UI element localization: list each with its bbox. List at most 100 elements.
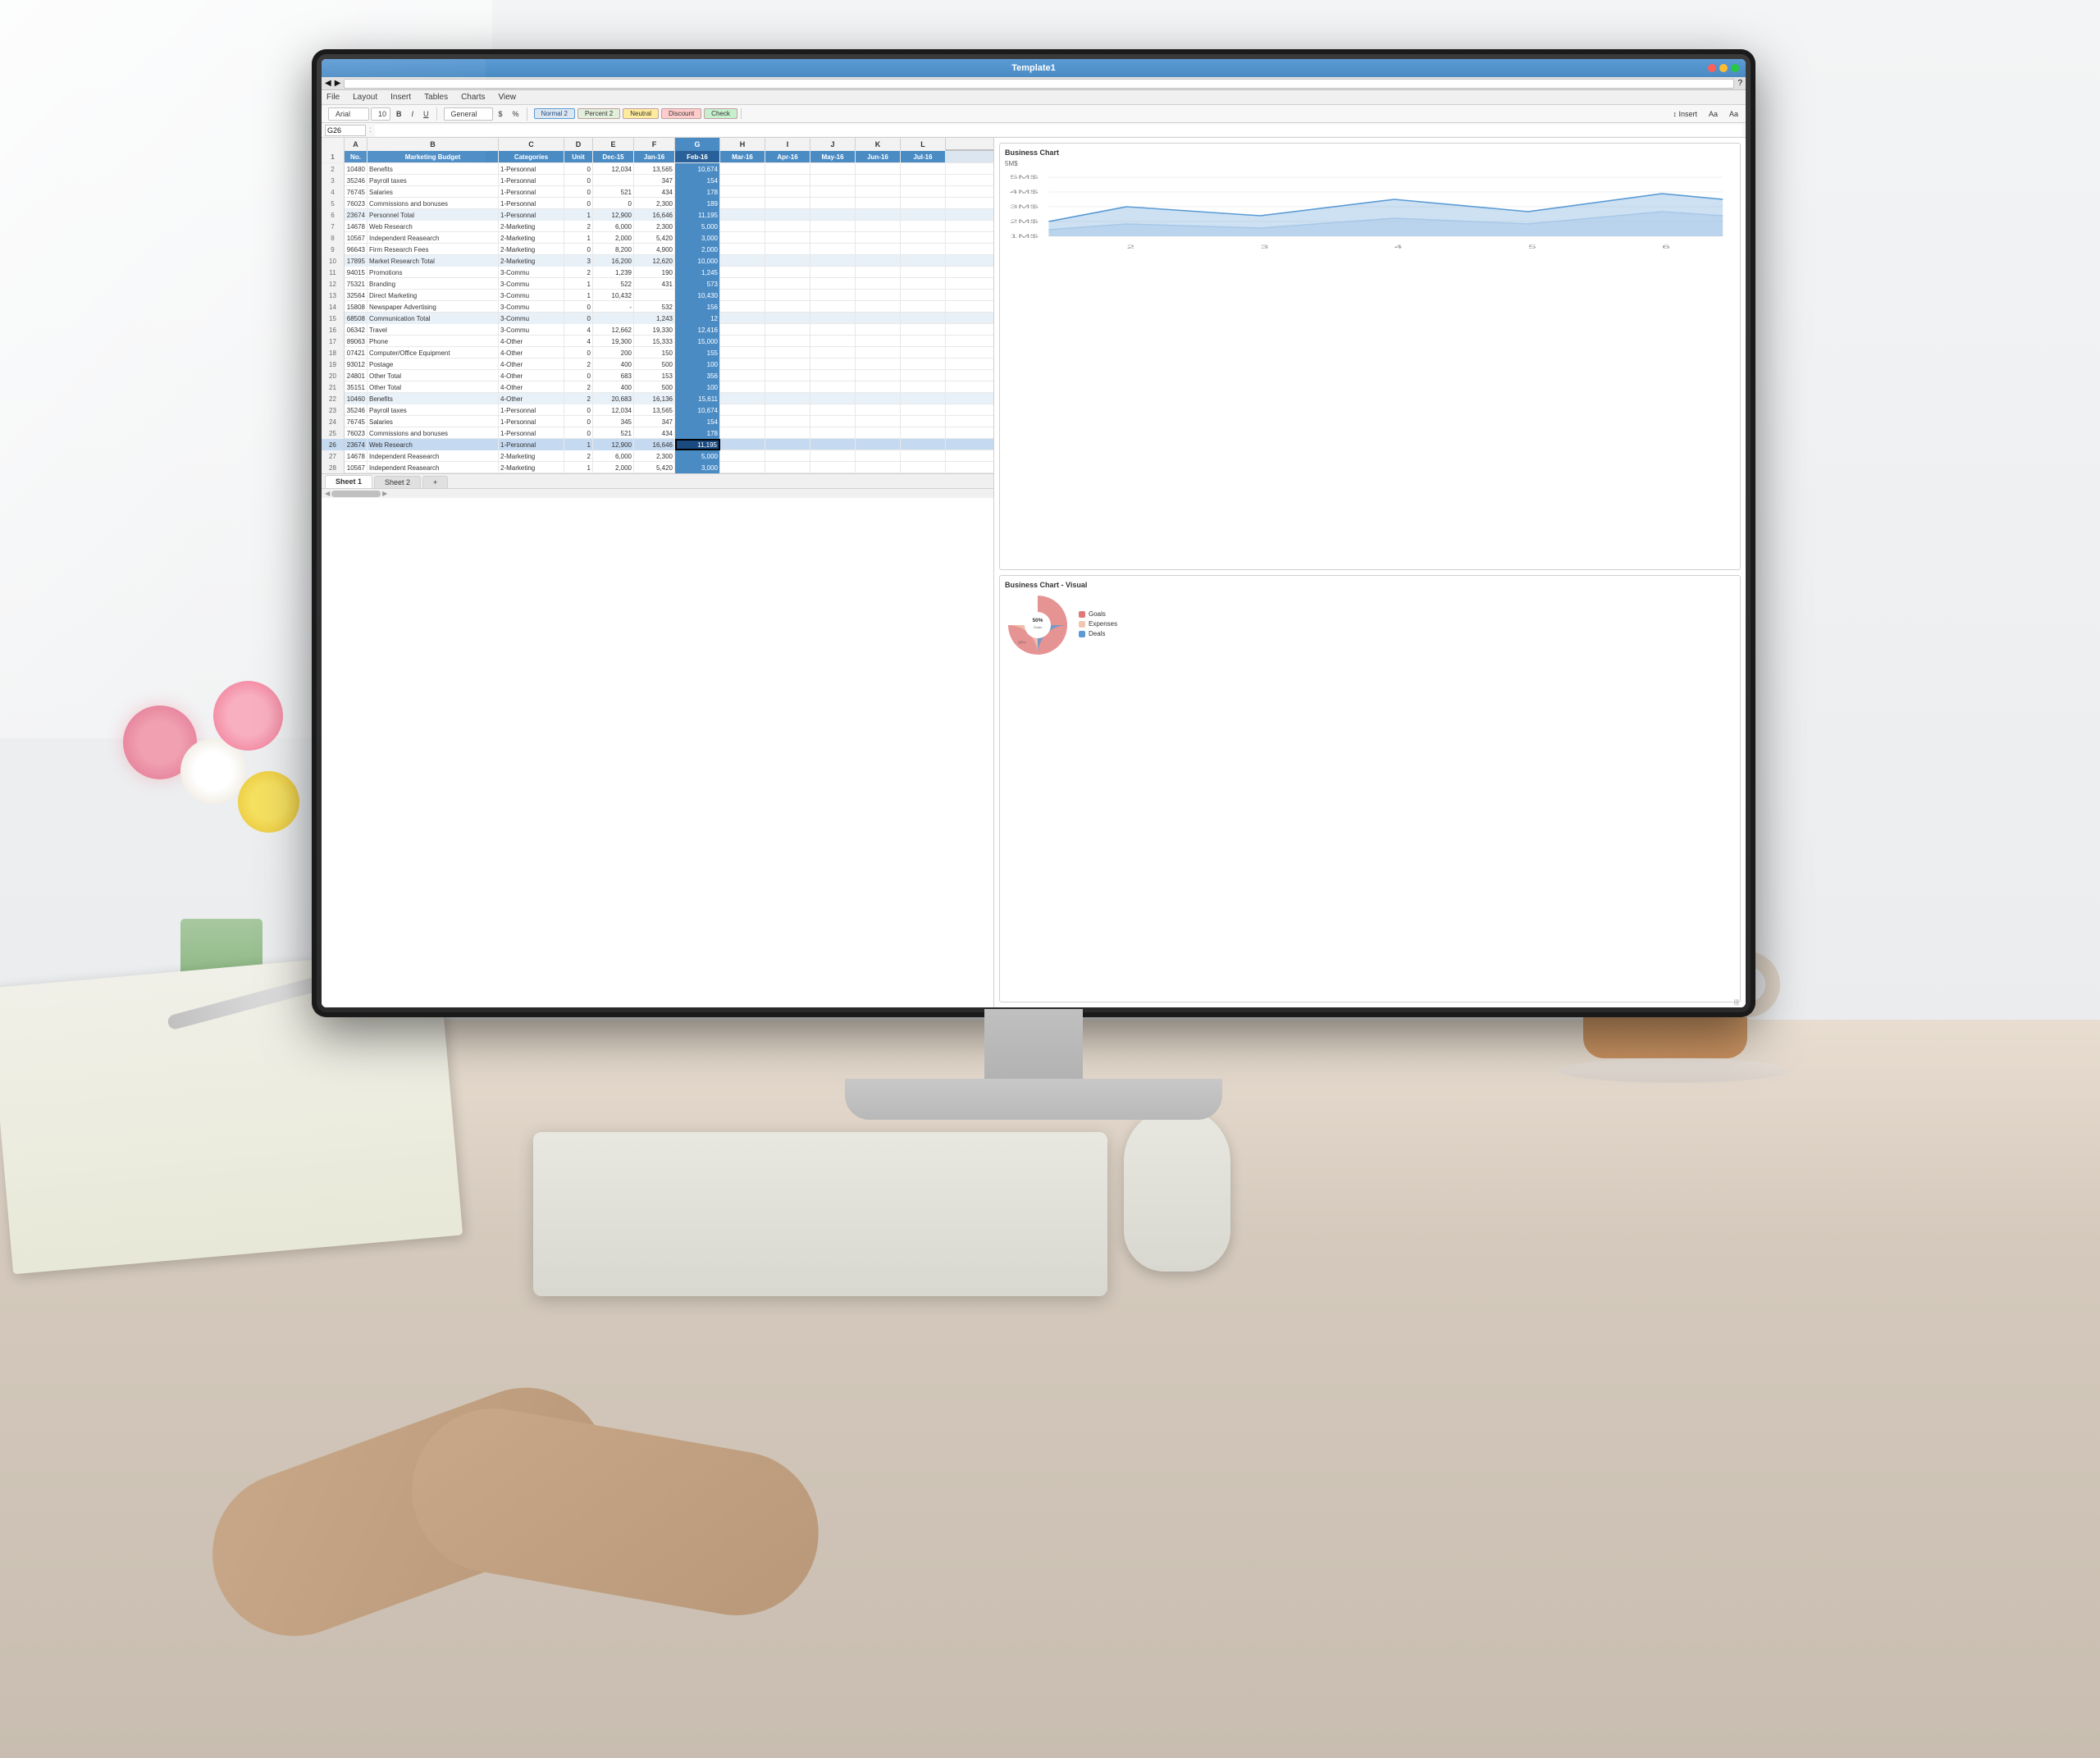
monitor-stand-base: [845, 1079, 1222, 1120]
monitor-screen: Template1 ◀ ▶ ? File L: [322, 59, 1746, 1007]
bold-btn[interactable]: B: [392, 107, 406, 121]
theme-btn[interactable]: Aa: [1705, 107, 1722, 121]
table-row[interactable]: 623674Personnel Total1-Personnal112,9001…: [322, 209, 993, 221]
table-row[interactable]: 1275321Branding3-Commu1522431573: [322, 278, 993, 290]
table-row[interactable]: 714678Web Research2-Marketing26,0002,300…: [322, 221, 993, 232]
table-row[interactable]: 1194015Promotions3-Commu21,2391901,245: [322, 267, 993, 278]
col-header-h[interactable]: H: [720, 138, 765, 151]
col-header-l[interactable]: L: [901, 138, 946, 151]
table-row[interactable]: 1993012Postage4-Other2400500100: [322, 358, 993, 370]
pie-chart-title: Business Chart - Visual: [1005, 581, 1735, 589]
table-row[interactable]: 1415808Newspaper Advertising3-Commu0-532…: [322, 301, 993, 313]
breadcrumb[interactable]: [344, 79, 1734, 89]
insert-btn[interactable]: ↕ Insert: [1669, 107, 1701, 121]
underline-btn[interactable]: U: [419, 107, 433, 121]
italic-btn[interactable]: I: [408, 107, 418, 121]
nav-back[interactable]: ◀: [325, 79, 331, 88]
menu-bar: File Layout Insert Tables Charts View: [322, 90, 1746, 105]
table-row[interactable]: 2623674Web Research1-Personnal112,90016,…: [322, 439, 993, 450]
table-row[interactable]: 576023Commissions and bonuses1-Personnal…: [322, 198, 993, 209]
table-row[interactable]: 1606342Travel3-Commu412,66219,33012,416: [322, 324, 993, 336]
style-check[interactable]: Check: [704, 108, 737, 119]
app-title: Template1: [1011, 63, 1056, 73]
line-chart-container: Business Chart 5M$ 5M$ 4M$ 3M$ 2M$ 1M$: [999, 143, 1741, 570]
menu-tables[interactable]: Tables: [424, 93, 448, 102]
table-row[interactable]: 2576023Commissions and bonuses1-Personna…: [322, 427, 993, 439]
pie-chart-container: Business Chart - Visual: [999, 575, 1741, 1002]
svg-text:2: 2: [1126, 244, 1134, 250]
full-grid: A B C D E F G H I J K L: [322, 138, 993, 498]
menu-insert[interactable]: Insert: [390, 93, 411, 102]
nav-forward[interactable]: ▶: [335, 79, 341, 88]
cell-ref[interactable]: G26: [325, 125, 366, 136]
table-row[interactable]: 1017895Market Research Total2-Marketing3…: [322, 255, 993, 267]
style-neutral[interactable]: Neutral: [623, 108, 659, 119]
col-header-e[interactable]: E: [593, 138, 634, 151]
label-jul16: Jul-16: [901, 151, 946, 162]
col-header-k[interactable]: K: [856, 138, 901, 151]
sheet-add-tab[interactable]: +: [422, 476, 448, 488]
maximize-btn[interactable]: [1731, 64, 1739, 72]
col-header-i[interactable]: I: [765, 138, 810, 151]
minimize-btn[interactable]: [1719, 64, 1728, 72]
svg-text:5: 5: [1528, 244, 1536, 250]
col-header-f[interactable]: F: [634, 138, 675, 151]
formula-separator: :: [369, 126, 372, 135]
svg-text:1M$: 1M$: [1010, 234, 1039, 240]
col-header-d[interactable]: D: [564, 138, 593, 151]
col-header-g[interactable]: G: [675, 138, 720, 151]
help-icon[interactable]: ?: [1737, 79, 1742, 88]
col-header-j[interactable]: J: [810, 138, 856, 151]
table-row[interactable]: 2335246Payroll taxes1-Personnal012,03413…: [322, 404, 993, 416]
font-name[interactable]: Arial: [328, 107, 369, 121]
table-row[interactable]: 476745Salaries1-Personnal0521434178: [322, 186, 993, 198]
table-row[interactable]: 1807421Computer/Office Equipment4-Other0…: [322, 347, 993, 358]
table-row[interactable]: 996643Firm Research Fees2-Marketing08,20…: [322, 244, 993, 255]
currency-btn[interactable]: $: [495, 107, 507, 121]
table-row[interactable]: 2714678Independent Reasearch2-Marketing2…: [322, 450, 993, 462]
col-header-a[interactable]: A: [345, 138, 368, 151]
close-btn[interactable]: [1708, 64, 1716, 72]
label-unit: Unit: [564, 151, 593, 162]
percent-btn[interactable]: %: [509, 107, 523, 121]
toolbar-1: Arial 10 B I U General $ % Normal 2 Perc…: [322, 105, 1746, 123]
table-row[interactable]: 2210460Benefits4-Other220,68316,13615,61…: [322, 393, 993, 404]
col-header-b[interactable]: B: [368, 138, 499, 151]
svg-text:25%: 25%: [1018, 640, 1026, 645]
font-section: Arial 10 B I U: [325, 107, 437, 121]
style-normal2[interactable]: Normal 2: [534, 108, 575, 119]
menu-charts[interactable]: Charts: [461, 93, 485, 102]
formula-input[interactable]: [375, 125, 1742, 136]
theme2-btn[interactable]: Aa: [1725, 107, 1742, 121]
svg-text:6: 6: [1662, 244, 1670, 250]
table-row[interactable]: 1568508Communication Total3-Commu01,2431…: [322, 313, 993, 324]
col-header-c[interactable]: C: [499, 138, 564, 151]
legend-expenses: Expenses: [1079, 620, 1117, 628]
style-percent2[interactable]: Percent 2: [578, 108, 620, 119]
monitor: Template1 ◀ ▶ ? File L: [312, 49, 1788, 1198]
label-feb16: Feb-16: [675, 151, 720, 162]
label-row: 1 No. Marketing Budget Categories Unit D…: [322, 151, 993, 163]
menu-file[interactable]: File: [326, 93, 340, 102]
menu-view[interactable]: View: [499, 93, 517, 102]
grid-area: A B C D E F G H I J K L: [322, 138, 994, 1007]
table-row[interactable]: 210480Benefits1-Personnal012,03413,56510…: [322, 163, 993, 175]
table-row[interactable]: 810567Independent Reasearch2-Marketing12…: [322, 232, 993, 244]
font-size[interactable]: 10: [371, 107, 390, 121]
sheet-tab-2[interactable]: Sheet 2: [374, 476, 421, 488]
table-row[interactable]: 335246Payroll taxes1-Personnal0347154: [322, 175, 993, 186]
table-row[interactable]: 2476745Salaries1-Personnal0345347154: [322, 416, 993, 427]
label-apr16: Apr-16: [765, 151, 810, 162]
table-row[interactable]: 1332564Direct Marketing3-Commu110,43210,…: [322, 290, 993, 301]
table-row[interactable]: 2135151Other Total4-Other2400500100: [322, 381, 993, 393]
menu-layout[interactable]: Layout: [353, 93, 377, 102]
number-format[interactable]: General: [444, 107, 493, 121]
style-discount[interactable]: Discount: [661, 108, 701, 119]
scrollbar-thumb[interactable]: [331, 491, 381, 497]
horizontal-scrollbar[interactable]: ◀ ▶ |||: [322, 488, 993, 498]
label-cat: Categories: [499, 151, 564, 162]
sheet-tab-1[interactable]: Sheet 1: [325, 475, 372, 488]
table-row[interactable]: 2024801Other Total4-Other0683153356: [322, 370, 993, 381]
table-row[interactable]: 2810567Independent Reasearch2-Marketing1…: [322, 462, 993, 473]
table-row[interactable]: 1789063Phone4-Other419,30015,33315,000: [322, 336, 993, 347]
